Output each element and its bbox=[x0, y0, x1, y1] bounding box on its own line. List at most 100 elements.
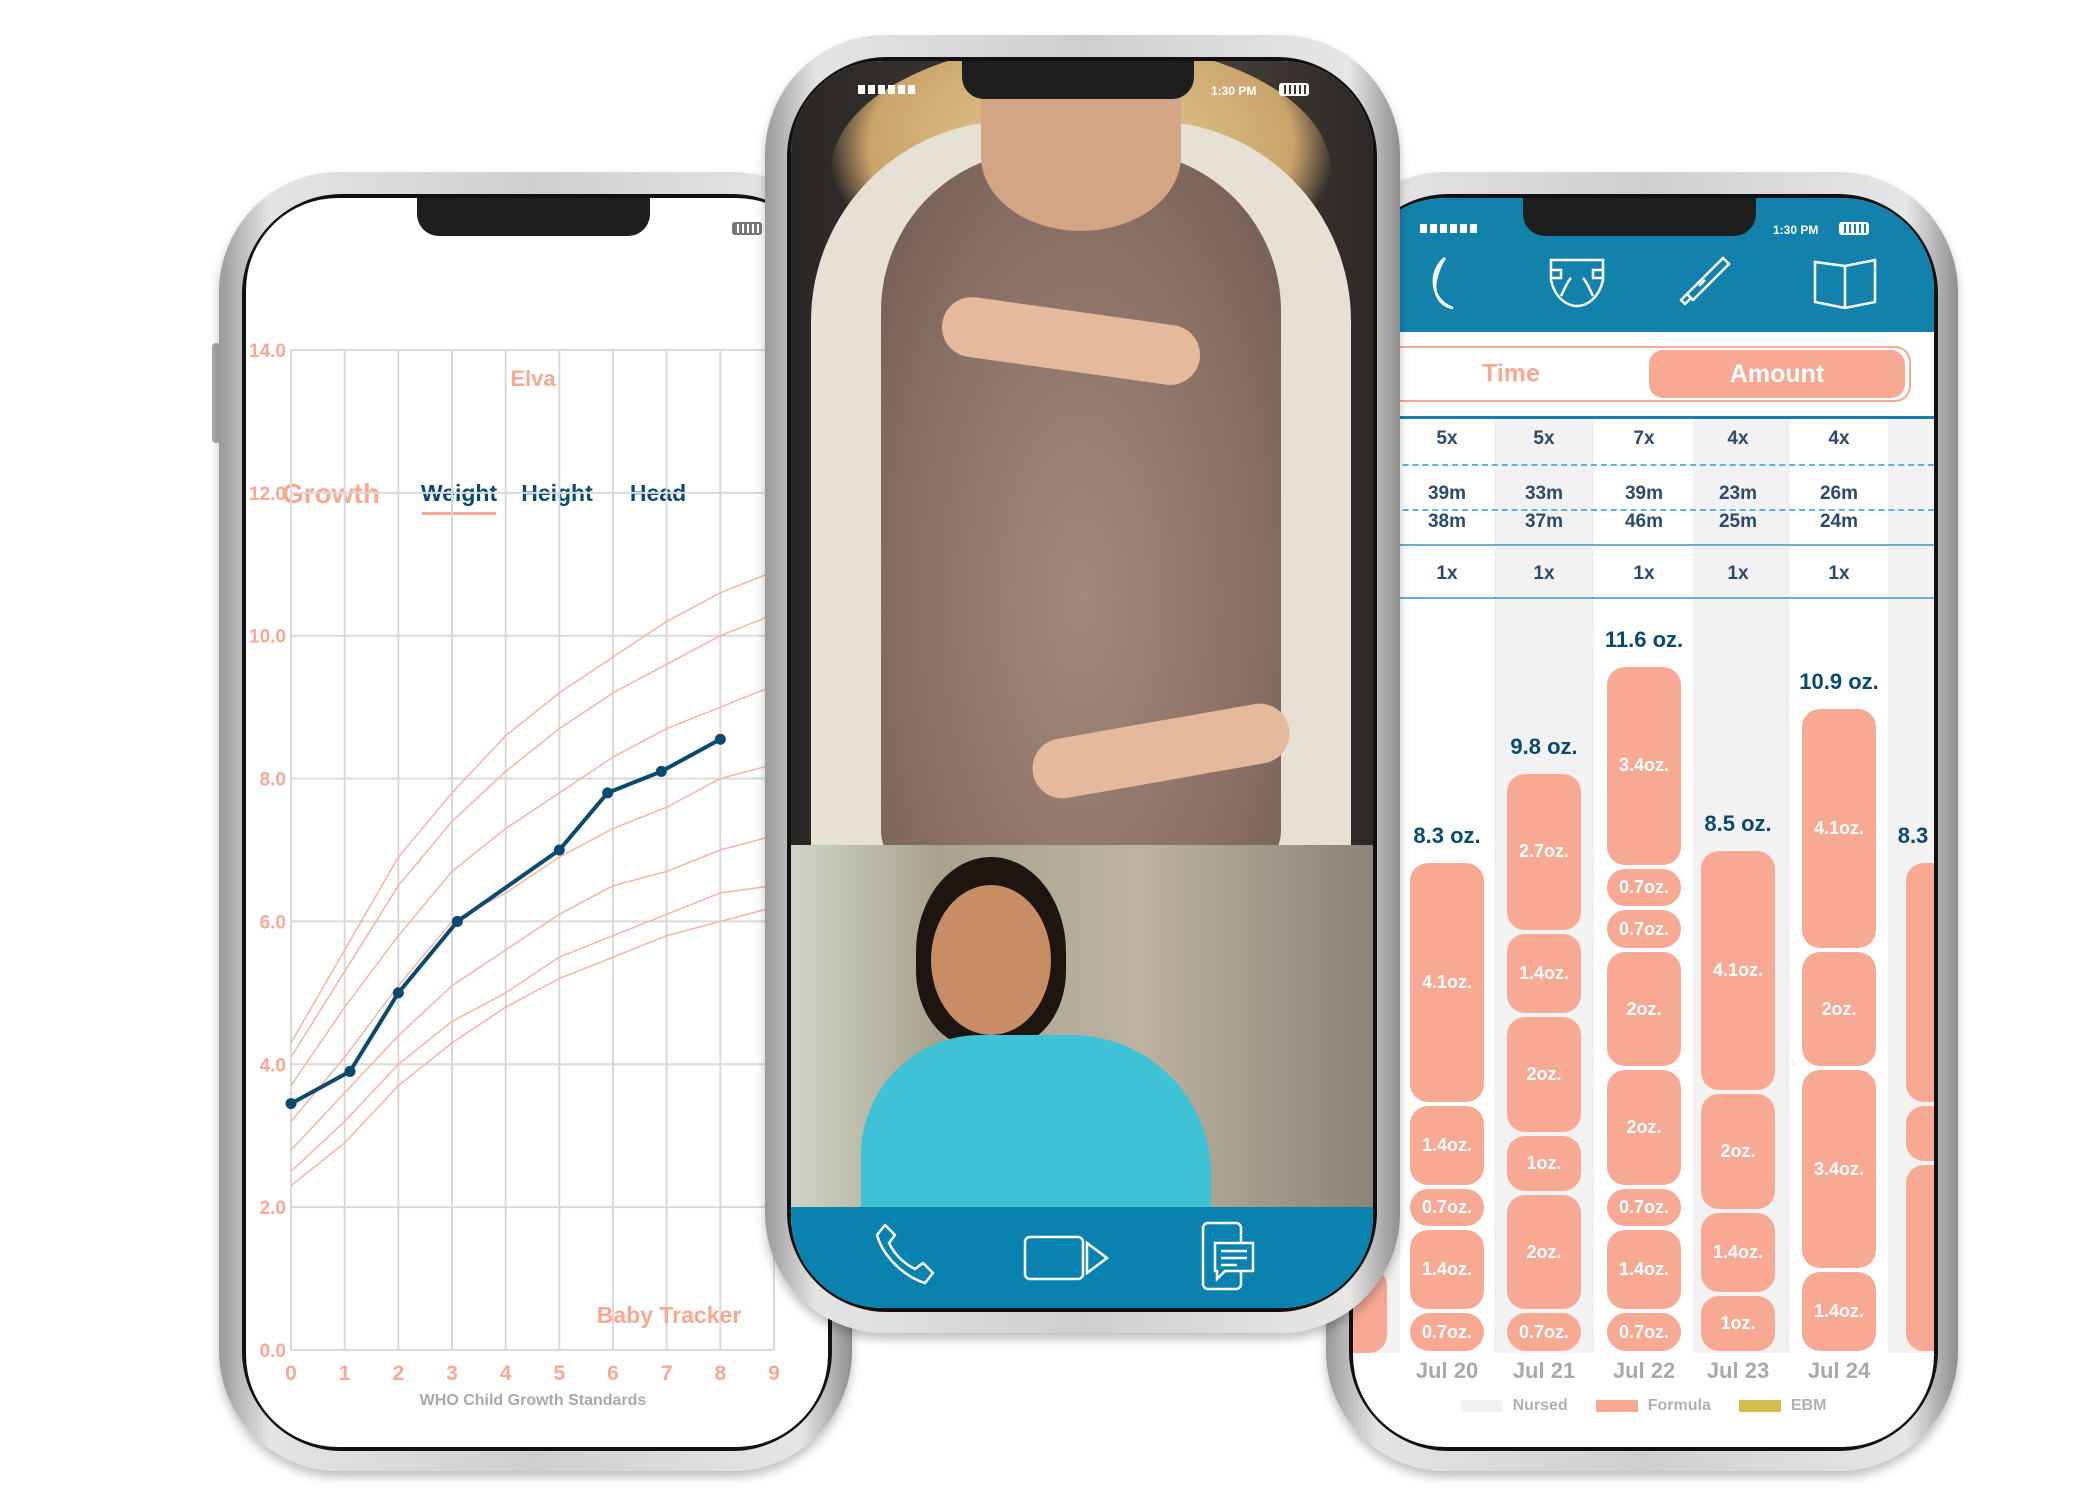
bar-segment[interactable]: 2oz. bbox=[1607, 951, 1681, 1067]
bar-segment[interactable] bbox=[1906, 1165, 1934, 1351]
y-tick-label: 12.0 bbox=[249, 484, 286, 505]
summary-cell: 25m bbox=[1718, 511, 1758, 532]
book-icon[interactable] bbox=[1813, 258, 1877, 310]
bar-segment[interactable]: 0.7oz. bbox=[1607, 1188, 1681, 1227]
daily-total: 8.3 oz. bbox=[1413, 822, 1481, 848]
bar-segment[interactable]: 2oz. bbox=[1607, 1070, 1681, 1185]
date-label: Jul 20 bbox=[1415, 1358, 1479, 1383]
legend: Nursed Formula EBM bbox=[1353, 1397, 1934, 1415]
bar-segment[interactable]: 4.1oz. bbox=[1802, 708, 1876, 948]
bar-segment[interactable]: 0.7oz. bbox=[1507, 1313, 1581, 1351]
bar-segment[interactable]: 1.4oz. bbox=[1507, 933, 1581, 1013]
child-name: Elva bbox=[510, 366, 556, 391]
bar-segment[interactable]: 0.7oz. bbox=[1607, 910, 1681, 948]
percentile-curve bbox=[290, 613, 775, 1058]
bar-segment[interactable]: 1oz. bbox=[1507, 1135, 1581, 1191]
summary-cell: 39m bbox=[1624, 483, 1664, 504]
bar-segment[interactable]: 1oz. bbox=[1701, 1295, 1775, 1351]
segment-label: 1.4oz. bbox=[1421, 1134, 1473, 1155]
bar-segment[interactable]: 2.7oz. bbox=[1507, 773, 1581, 930]
segment-label: 0.7oz. bbox=[1421, 1197, 1473, 1218]
summary-cell: 46m bbox=[1624, 511, 1664, 532]
toggle-time[interactable]: Time bbox=[1482, 360, 1540, 389]
summary-cell: 5x bbox=[1533, 428, 1555, 449]
segment-label: 1oz. bbox=[1720, 1312, 1756, 1333]
nurse-video-feed bbox=[791, 845, 1373, 1235]
bar-segment[interactable]: 4.1oz. bbox=[1410, 862, 1484, 1102]
diaper-icon[interactable] bbox=[1547, 256, 1607, 308]
segment-label: 0.7oz. bbox=[1618, 1197, 1670, 1218]
chest-skin bbox=[981, 81, 1181, 231]
daily-total: 9.8 oz. bbox=[1510, 733, 1578, 759]
segment-label: 0.7oz. bbox=[1618, 876, 1670, 897]
weight-point bbox=[285, 1098, 297, 1110]
toggle-amount[interactable]: Amount bbox=[1649, 350, 1905, 398]
chart-footer: WHO Child Growth Standards bbox=[419, 1392, 647, 1409]
weight-point bbox=[392, 987, 404, 999]
bar-segment[interactable]: 2oz. bbox=[1701, 1094, 1775, 1209]
patient-video-feed bbox=[791, 61, 1373, 871]
legend-ebm: EBM bbox=[1738, 1397, 1826, 1415]
y-tick-label: 8.0 bbox=[260, 770, 286, 791]
y-tick-label: 6.0 bbox=[260, 912, 286, 933]
segment-label: 4.1oz. bbox=[1813, 817, 1865, 838]
segment-label: 2oz. bbox=[1821, 998, 1857, 1019]
date-label: Jul 21 bbox=[1512, 1358, 1576, 1383]
chat-message-icon[interactable] bbox=[1201, 1221, 1257, 1291]
notch bbox=[1523, 198, 1756, 236]
weight-point bbox=[344, 1065, 356, 1077]
divider bbox=[1353, 597, 1934, 599]
summary-cell: 23m bbox=[1718, 483, 1758, 504]
moon-icon[interactable] bbox=[1423, 256, 1473, 312]
bar-segment[interactable]: 0.7oz. bbox=[1607, 1313, 1681, 1351]
summary-cell: 1x bbox=[1633, 563, 1655, 584]
bar-segment[interactable]: 0.7oz. bbox=[1410, 1313, 1484, 1351]
signal-icon bbox=[1420, 224, 1477, 233]
x-tick-label: 2 bbox=[392, 1362, 404, 1385]
thermometer-icon[interactable] bbox=[1679, 254, 1733, 308]
bar-segment[interactable] bbox=[1906, 1105, 1934, 1162]
feeding-screen: 1:30 PM Time Amount 5x 5x 7x 4x 4x 39m 33m 39m 2… bbox=[1353, 198, 1934, 1447]
bar-segment[interactable]: 1.4oz. bbox=[1802, 1271, 1876, 1351]
date-label: Jul 22 bbox=[1612, 1358, 1676, 1383]
bar-segment[interactable]: 3.4oz. bbox=[1607, 667, 1681, 865]
x-tick-label: 1 bbox=[339, 1362, 351, 1385]
segment-label: 1.4oz. bbox=[1813, 1300, 1865, 1321]
segment-label: 2oz. bbox=[1526, 1063, 1562, 1084]
legend-nursed: Nursed bbox=[1460, 1397, 1568, 1415]
segment-label: 1oz. bbox=[1526, 1152, 1562, 1173]
bar-segment[interactable]: 1.4oz. bbox=[1701, 1212, 1775, 1292]
date-label: Jul 23 bbox=[1706, 1358, 1770, 1383]
x-tick-label: 8 bbox=[714, 1362, 726, 1385]
phone-icon[interactable] bbox=[873, 1221, 937, 1287]
percentile-curve bbox=[290, 763, 775, 1122]
x-tick-label: 7 bbox=[661, 1362, 673, 1385]
y-tick-label: 0.0 bbox=[260, 1341, 286, 1362]
summary-cell: 39m bbox=[1427, 483, 1467, 504]
bar-segment[interactable]: 2oz. bbox=[1507, 1194, 1581, 1310]
bar-segment[interactable] bbox=[1906, 862, 1934, 1102]
bar-segment[interactable]: 1.4oz. bbox=[1410, 1105, 1484, 1185]
weight-point bbox=[655, 765, 667, 777]
weight-point bbox=[451, 915, 463, 927]
daily-total: 10.9 oz. bbox=[1799, 668, 1879, 694]
bar-segment[interactable]: 1.4oz. bbox=[1607, 1230, 1681, 1310]
status-time: 1:30 PM bbox=[1773, 223, 1819, 237]
y-tick-label: 14.0 bbox=[249, 341, 286, 362]
bar-segment[interactable]: 0.7oz. bbox=[1410, 1188, 1484, 1227]
bar-segment[interactable]: 2oz. bbox=[1802, 951, 1876, 1067]
bar-segment[interactable]: 4.1oz. bbox=[1701, 850, 1775, 1091]
bar-segment[interactable]: 0.7oz. bbox=[1607, 868, 1681, 907]
segment-label: 2oz. bbox=[1526, 1241, 1562, 1262]
weight-point bbox=[714, 733, 726, 745]
bar-segment[interactable]: 2oz. bbox=[1507, 1016, 1581, 1132]
video-camera-icon[interactable] bbox=[1023, 1235, 1113, 1281]
nurse-scrubs bbox=[861, 1035, 1211, 1235]
bar-segment[interactable]: 3.4oz. bbox=[1802, 1070, 1876, 1268]
bar-segment[interactable]: 1.4oz. bbox=[1410, 1230, 1484, 1310]
summary-cell: 1x bbox=[1436, 563, 1458, 584]
segment-label: 1.4oz. bbox=[1421, 1259, 1473, 1280]
summary-cell: 37m bbox=[1524, 511, 1564, 532]
percentile-curve bbox=[290, 685, 775, 1087]
legend-formula: Formula bbox=[1595, 1397, 1711, 1415]
